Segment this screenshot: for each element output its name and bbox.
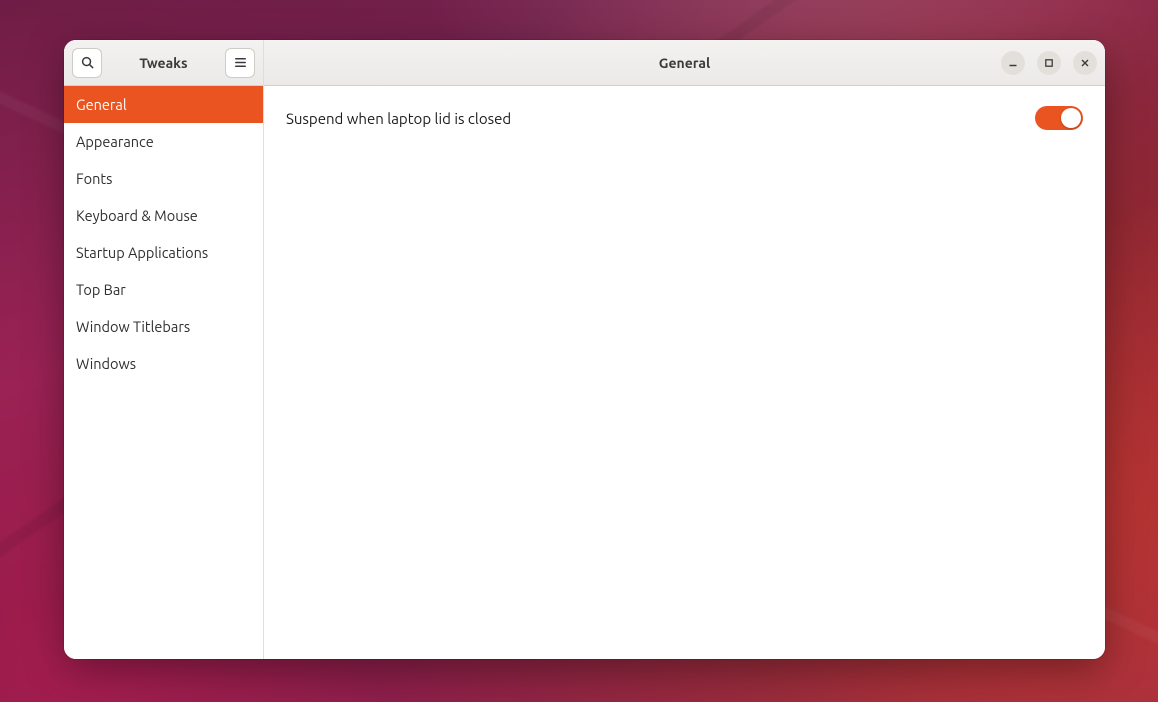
main-headerbar: General: [264, 40, 1105, 86]
sidebar-item-label: Keyboard & Mouse: [76, 207, 198, 224]
sidebar-item-label: Appearance: [76, 133, 154, 150]
sidebar-headerbar: Tweaks: [64, 40, 263, 86]
close-icon: [1080, 58, 1090, 68]
minimize-icon: [1008, 58, 1018, 68]
tweaks-window: Tweaks General Appearance Fonts Keyboard…: [64, 40, 1105, 659]
close-button[interactable]: [1073, 51, 1097, 75]
sidebar-item-top-bar[interactable]: Top Bar: [64, 271, 263, 308]
sidebar-item-windows[interactable]: Windows: [64, 345, 263, 382]
sidebar-item-label: Windows: [76, 355, 136, 372]
page-title: General: [264, 55, 1105, 71]
suspend-lid-toggle[interactable]: [1035, 106, 1083, 130]
setting-label: Suspend when laptop lid is closed: [286, 110, 511, 127]
app-title: Tweaks: [108, 55, 219, 71]
search-button[interactable]: [72, 48, 102, 78]
main-panel: General: [264, 40, 1105, 659]
sidebar-list: General Appearance Fonts Keyboard & Mous…: [64, 86, 263, 382]
content-area: Suspend when laptop lid is closed: [264, 86, 1105, 150]
menu-button[interactable]: [225, 48, 255, 78]
sidebar-item-label: Window Titlebars: [76, 318, 190, 335]
hamburger-icon: [233, 55, 248, 70]
desktop-wallpaper: Tweaks General Appearance Fonts Keyboard…: [0, 0, 1158, 702]
sidebar-item-startup-applications[interactable]: Startup Applications: [64, 234, 263, 271]
sidebar-item-appearance[interactable]: Appearance: [64, 123, 263, 160]
sidebar-item-fonts[interactable]: Fonts: [64, 160, 263, 197]
minimize-button[interactable]: [1001, 51, 1025, 75]
sidebar-item-label: General: [76, 96, 127, 113]
search-icon: [80, 55, 95, 70]
sidebar-item-label: Fonts: [76, 170, 112, 187]
setting-row-suspend-lid: Suspend when laptop lid is closed: [286, 100, 1083, 136]
window-controls: [1001, 51, 1097, 75]
maximize-icon: [1044, 58, 1054, 68]
sidebar-item-window-titlebars[interactable]: Window Titlebars: [64, 308, 263, 345]
sidebar: Tweaks General Appearance Fonts Keyboard…: [64, 40, 264, 659]
sidebar-item-label: Top Bar: [76, 281, 126, 298]
maximize-button[interactable]: [1037, 51, 1061, 75]
sidebar-item-keyboard-mouse[interactable]: Keyboard & Mouse: [64, 197, 263, 234]
toggle-knob: [1061, 108, 1081, 128]
sidebar-item-general[interactable]: General: [64, 86, 263, 123]
sidebar-item-label: Startup Applications: [76, 244, 208, 261]
